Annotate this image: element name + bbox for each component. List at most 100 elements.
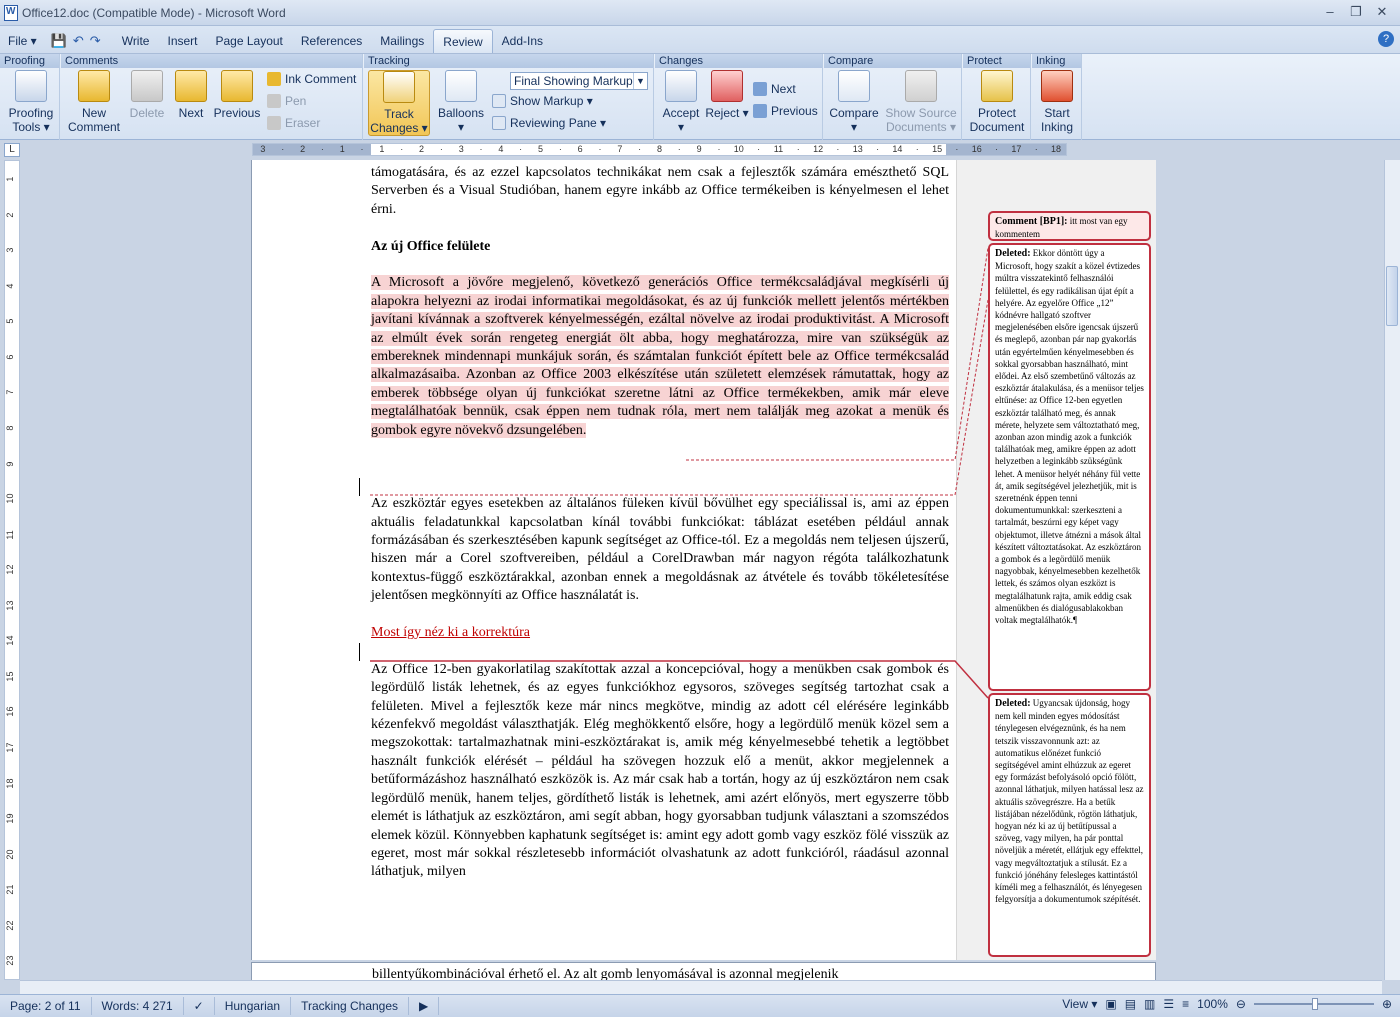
tab-add-ins[interactable]: Add-Ins	[493, 29, 552, 53]
start-inking-button[interactable]: Start Inking	[1034, 70, 1080, 134]
eraser-button[interactable]: Eraser	[267, 116, 320, 130]
outline-view-icon[interactable]: ☰	[1163, 997, 1174, 1011]
word-count[interactable]: Words: 4 271	[92, 997, 184, 1015]
status-right: View ▾ ▣ ▤ ▥ ☰ ≡ 100% ⊖ ⊕	[1062, 997, 1392, 1011]
ruler-tick-label: ·	[281, 144, 285, 154]
inserted-paragraph[interactable]: A Microsoft a jövőre megjelenő, következ…	[371, 274, 949, 440]
zoom-level[interactable]: 100%	[1197, 997, 1228, 1011]
proofing-status-icon[interactable]: ✓	[184, 997, 215, 1015]
new-comment-button[interactable]: New Comment	[65, 70, 123, 134]
ruler-tick-label: 12	[5, 564, 15, 575]
minimize-button[interactable]: –	[1318, 2, 1342, 22]
comment-label: Comment [BP1]:	[995, 216, 1068, 227]
delete-comment-button[interactable]: Delete	[125, 70, 169, 120]
deleted-paragraph-marker	[371, 458, 949, 476]
ink-comment-button[interactable]: Ink Comment	[267, 72, 356, 86]
page-count[interactable]: Page: 2 of 11	[0, 997, 92, 1015]
ruler-tick-label: 18	[5, 778, 15, 789]
comment-balloon[interactable]: Comment [BP1]: itt most van egy kommente…	[988, 211, 1151, 241]
chevron-down-icon[interactable]: ▼	[633, 73, 647, 89]
show-source-documents-button[interactable]: Show Source Documents ▾	[882, 70, 960, 134]
deleted-balloon[interactable]: Deleted: Ekkor döntött úgy a Microsoft, …	[988, 243, 1151, 691]
reviewing-pane-label: Reviewing Pane ▾	[510, 116, 607, 130]
track-changes-button[interactable]: Track Changes ▾	[368, 70, 430, 136]
show-source-documents-label: Show Source Documents ▾	[885, 106, 957, 134]
show-markup-button[interactable]: Show Markup ▾	[492, 94, 593, 108]
previous-comment-button[interactable]: Previous	[211, 70, 263, 120]
protect-document-button[interactable]: Protect Document	[965, 70, 1029, 134]
paragraph[interactable]: Az Office 12-ben gyakorlatilag szakított…	[371, 661, 949, 882]
section-heading[interactable]: Az új Office felülete	[371, 238, 949, 256]
group-label-changes: Changes	[655, 54, 822, 68]
zoom-slider[interactable]	[1253, 998, 1374, 1010]
close-button[interactable]: ✕	[1370, 2, 1394, 22]
pen-button[interactable]: Pen	[267, 94, 306, 108]
display-for-review-select[interactable]: Final Showing Markup ▼	[510, 72, 648, 90]
paragraph[interactable]: Az eszköztár egyes esetekben az általáno…	[371, 495, 949, 605]
inserted-heading[interactable]: Most így néz ki a korrektúra	[371, 624, 949, 642]
redo-icon[interactable]: ↷	[90, 33, 101, 49]
tab-write[interactable]: Write	[113, 29, 159, 53]
ruler-tick-label: 13	[852, 144, 863, 154]
vertical-ruler[interactable]: 1 2 3 4 5 6 7 8 9 10 11 12 13 14 15 16 17 18 19 20 21 22 23	[4, 160, 20, 980]
deleted-balloon[interactable]: Deleted: Ugyancsak újdonság, hogy nem ke…	[988, 693, 1151, 957]
save-icon[interactable]: 💾	[51, 33, 67, 49]
document-body[interactable]: támogatására, és az ezzel kapcsolatos te…	[371, 164, 949, 900]
draft-view-icon[interactable]: ≡	[1182, 997, 1189, 1011]
tab-review[interactable]: Review	[433, 29, 493, 53]
pen-label: Pen	[285, 94, 307, 108]
next-change-label: Next	[771, 82, 796, 96]
inserted-heading-text[interactable]: Most így néz ki a korrektúra	[371, 625, 530, 640]
ruler-tick-label: 7	[5, 389, 15, 395]
web-layout-icon[interactable]: ▥	[1144, 997, 1155, 1011]
next-change-button[interactable]: Next	[753, 82, 796, 96]
tab-selector-icon[interactable]: L	[4, 143, 20, 157]
group-label-protect: Protect	[963, 54, 1030, 68]
tab-references[interactable]: References	[292, 29, 371, 53]
title-bar: Office12.doc (Compatible Mode) - Microso…	[0, 0, 1400, 26]
tab-insert[interactable]: Insert	[158, 29, 206, 53]
next-page[interactable]: billentyűkombinációval érhető el. Az alt…	[251, 962, 1156, 982]
accept-button[interactable]: Accept ▾	[659, 70, 703, 134]
macro-record-icon[interactable]: ▶	[409, 997, 440, 1015]
view-menu[interactable]: View ▾	[1062, 997, 1097, 1011]
zoom-slider-thumb[interactable]	[1311, 998, 1318, 1010]
horizontal-ruler[interactable]: 3 · 2 · 1 · 1 · 2 · 3 · 4 · 5 · 6 · 7 · 8 · 9 · 10 · 11 · 12 · 13 · 14 · 1…	[252, 143, 1067, 156]
inserted-text[interactable]: A Microsoft a jövőre megjelenő, következ…	[371, 275, 949, 438]
start-inking-label: Start Inking	[1040, 106, 1074, 134]
paragraph[interactable]: támogatására, és az ezzel kapcsolatos te…	[371, 164, 949, 219]
zoom-in-icon[interactable]: ⊕	[1382, 997, 1392, 1011]
vertical-scroll-thumb[interactable]	[1386, 266, 1398, 326]
reviewing-pane-button[interactable]: Reviewing Pane ▾	[492, 116, 606, 130]
ruler-tick-label: 8	[656, 144, 662, 154]
ruler-tick-label: 3	[260, 144, 266, 154]
full-screen-reading-icon[interactable]: ▤	[1125, 997, 1136, 1011]
ruler-tick-label: 23	[5, 956, 15, 967]
reject-button[interactable]: Reject ▾	[705, 70, 749, 120]
undo-icon[interactable]: ↶	[73, 33, 84, 49]
previous-change-button[interactable]: Previous	[753, 104, 818, 118]
ruler-tick-label: ·	[915, 144, 919, 154]
tab-page-layout[interactable]: Page Layout	[207, 29, 292, 53]
help-icon[interactable]: ?	[1378, 31, 1394, 47]
language-status[interactable]: Hungarian	[215, 997, 292, 1015]
proofing-tools-button[interactable]: Proofing Tools ▾	[4, 70, 58, 134]
next-comment-button[interactable]: Next	[171, 70, 211, 120]
zoom-out-icon[interactable]: ⊖	[1236, 997, 1246, 1011]
compare-button[interactable]: Compare ▾	[828, 70, 880, 134]
print-layout-view-icon[interactable]: ▣	[1105, 997, 1116, 1011]
balloons-button[interactable]: Balloons ▾	[436, 70, 486, 134]
quick-access-toolbar: 💾 ↶ ↷	[51, 29, 101, 53]
group-compare: Compare Compare ▾ Show Source Documents …	[824, 54, 962, 140]
group-tracking: Tracking Track Changes ▾ Balloons ▾ Fina…	[364, 54, 654, 140]
word-app-icon[interactable]	[4, 4, 18, 21]
file-menu-button[interactable]: File ▾	[0, 29, 45, 53]
balloons-icon	[445, 70, 477, 102]
tab-mailings[interactable]: Mailings	[371, 29, 433, 53]
ruler-tick-label: 5	[538, 144, 544, 154]
ruler-tick-label: ·	[360, 144, 364, 154]
maximize-button[interactable]: ❐	[1344, 2, 1368, 22]
window-controls: – ❐ ✕	[1318, 2, 1394, 22]
horizontal-scrollbar[interactable]	[20, 980, 1382, 994]
tracking-status[interactable]: Tracking Changes	[291, 997, 410, 1015]
